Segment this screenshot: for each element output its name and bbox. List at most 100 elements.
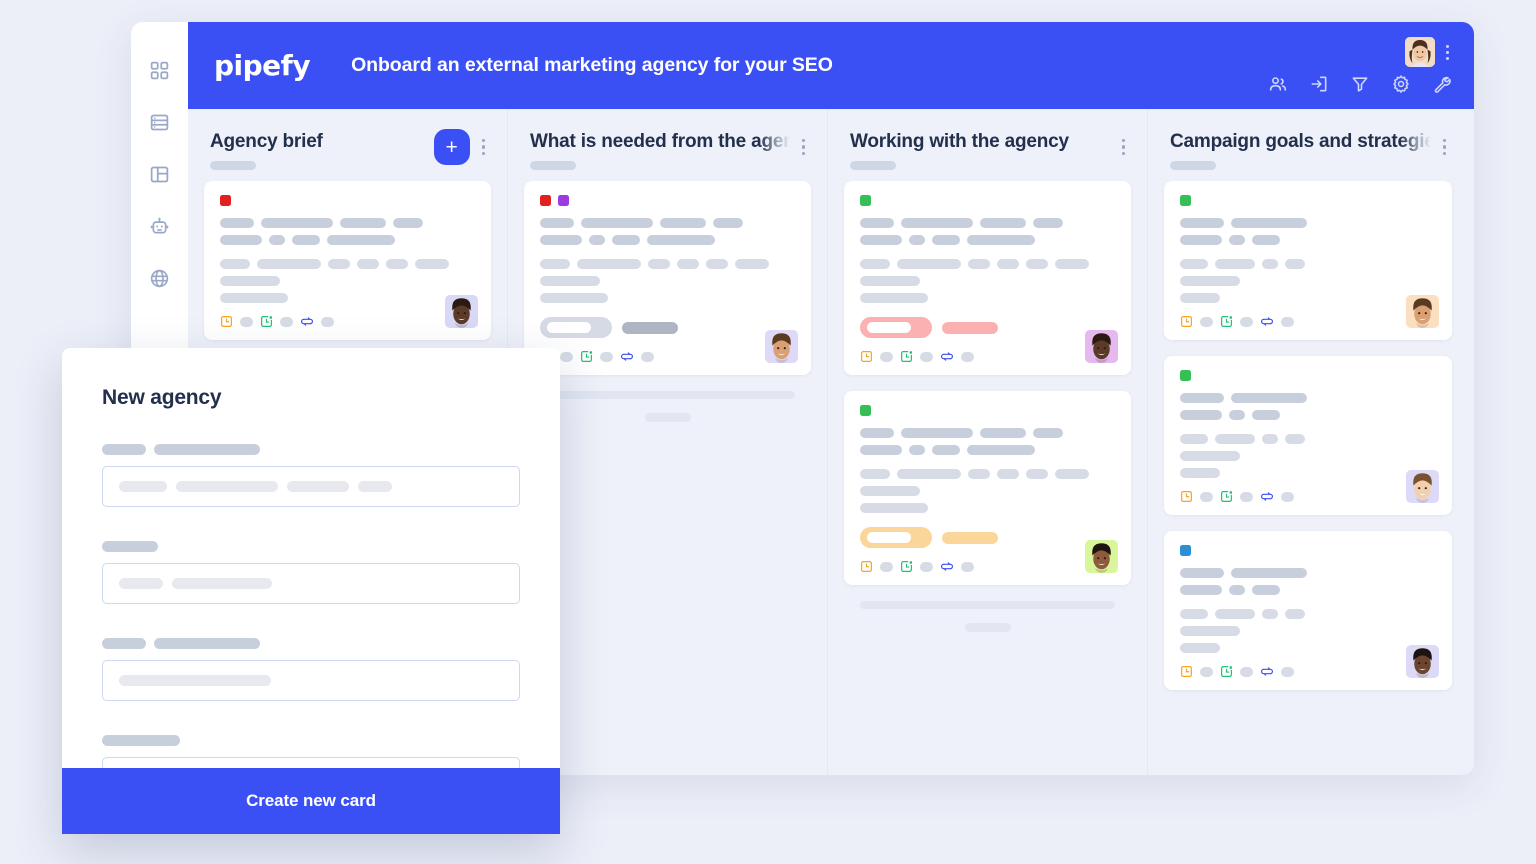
dashboard-icon[interactable]: [147, 57, 173, 83]
board-card[interactable]: [1164, 181, 1452, 340]
card-badge: [860, 527, 1115, 548]
skeleton-bar: [1180, 451, 1240, 461]
column-menu-button[interactable]: [478, 131, 489, 156]
meta-skeleton: [1281, 316, 1294, 327]
clock-icon[interactable]: [220, 315, 233, 328]
column-ghost-placeholder: [844, 601, 1131, 632]
input-placeholder-skeleton: [358, 481, 392, 492]
skeleton-bar: [1033, 218, 1063, 228]
calendar-due-icon[interactable]: [900, 560, 913, 573]
avatar[interactable]: [1405, 37, 1435, 67]
inbox-import-icon[interactable]: [1309, 74, 1329, 94]
column-menu-button[interactable]: [1118, 131, 1129, 156]
skeleton-bar: [860, 503, 928, 513]
filter-icon[interactable]: [1350, 74, 1370, 94]
field-label-skeleton: [102, 638, 520, 649]
form-field: [102, 444, 520, 507]
page-title: Onboard an external marketing agency for…: [351, 54, 833, 76]
calendar-due-icon[interactable]: [1220, 490, 1233, 503]
members-icon[interactable]: [1268, 74, 1288, 94]
board-layout-icon[interactable]: [147, 161, 173, 187]
column-subtitle-skeleton: [1170, 161, 1216, 170]
clock-icon[interactable]: [1180, 315, 1193, 328]
card-assignee-avatar[interactable]: [765, 330, 798, 363]
gear-icon[interactable]: [1391, 74, 1411, 94]
database-icon[interactable]: [147, 109, 173, 135]
meta-skeleton: [880, 561, 893, 572]
sync-flow-icon[interactable]: [940, 560, 954, 573]
skeleton-bar: [968, 259, 990, 269]
calendar-due-icon[interactable]: [1220, 665, 1233, 678]
skeleton-bar: [901, 428, 973, 438]
skeleton-bar: [220, 259, 250, 269]
skeleton-bar: [540, 259, 570, 269]
skeleton-bar: [897, 259, 961, 269]
wrench-icon[interactable]: [1432, 74, 1452, 94]
board-card[interactable]: [204, 181, 491, 340]
label-chip: [220, 195, 231, 206]
skeleton-line: [860, 235, 1115, 245]
skeleton-bar: [393, 218, 423, 228]
card-assignee-avatar[interactable]: [445, 295, 478, 328]
board-card[interactable]: [844, 181, 1131, 375]
skeleton-bar: [1180, 235, 1222, 245]
portal-globe-icon[interactable]: [147, 265, 173, 291]
input-placeholder-skeleton: [287, 481, 349, 492]
skeleton-bar: [860, 469, 890, 479]
board-card[interactable]: [524, 181, 811, 375]
skeleton-line: [1180, 259, 1436, 269]
skeleton-bar: [860, 276, 920, 286]
skeleton-bar: [860, 428, 894, 438]
skeleton-bar: [1231, 218, 1307, 228]
card-assignee-avatar[interactable]: [1406, 470, 1439, 503]
board-card[interactable]: [844, 391, 1131, 585]
calendar-due-icon[interactable]: [900, 350, 913, 363]
clock-icon[interactable]: [1180, 665, 1193, 678]
text-input-1[interactable]: [102, 466, 520, 507]
clock-icon[interactable]: [860, 350, 873, 363]
add-card-button[interactable]: +: [433, 129, 470, 165]
skeleton-bar: [1180, 410, 1222, 420]
create-new-card-button[interactable]: Create new card: [62, 768, 560, 834]
card-labels: [540, 195, 795, 206]
skeleton-bar: [340, 218, 386, 228]
sync-flow-icon[interactable]: [1260, 315, 1274, 328]
sync-flow-icon[interactable]: [300, 315, 314, 328]
sync-flow-icon[interactable]: [940, 350, 954, 363]
card-assignee-avatar[interactable]: [1406, 645, 1439, 678]
skeleton-bar: [647, 235, 715, 245]
text-input-3[interactable]: [102, 660, 520, 701]
card-assignee-avatar[interactable]: [1085, 330, 1118, 363]
calendar-due-icon[interactable]: [580, 350, 593, 363]
text-input-2[interactable]: [102, 563, 520, 604]
automation-robot-icon[interactable]: [147, 213, 173, 239]
clock-icon[interactable]: [860, 560, 873, 573]
skeleton-line: [540, 235, 795, 245]
sync-flow-icon[interactable]: [1260, 665, 1274, 678]
column-menu-button[interactable]: [798, 131, 809, 156]
skeleton-bar: [860, 486, 920, 496]
card-assignee-avatar[interactable]: [1085, 540, 1118, 573]
skeleton-bar: [1231, 568, 1307, 578]
skeleton-line: [860, 218, 1115, 228]
text-input-4[interactable]: [102, 757, 520, 768]
input-placeholder-skeleton: [119, 578, 163, 589]
form-field: [102, 541, 520, 604]
sync-flow-icon[interactable]: [620, 350, 634, 363]
card-badge: [540, 317, 795, 338]
calendar-due-icon[interactable]: [1220, 315, 1233, 328]
skeleton-bar: [1033, 428, 1063, 438]
skeleton-bar: [968, 469, 990, 479]
label-chip: [1180, 195, 1191, 206]
clock-icon[interactable]: [1180, 490, 1193, 503]
sync-flow-icon[interactable]: [1260, 490, 1274, 503]
badge-bar: [942, 321, 998, 334]
header-kebab-menu[interactable]: [1443, 42, 1452, 63]
board-card[interactable]: [1164, 356, 1452, 515]
card-assignee-avatar[interactable]: [1406, 295, 1439, 328]
board-card[interactable]: [1164, 531, 1452, 690]
skeleton-bar: [932, 445, 960, 455]
column-menu-button[interactable]: [1439, 131, 1450, 156]
skeleton-bar: [1180, 293, 1220, 303]
calendar-due-icon[interactable]: [260, 315, 273, 328]
